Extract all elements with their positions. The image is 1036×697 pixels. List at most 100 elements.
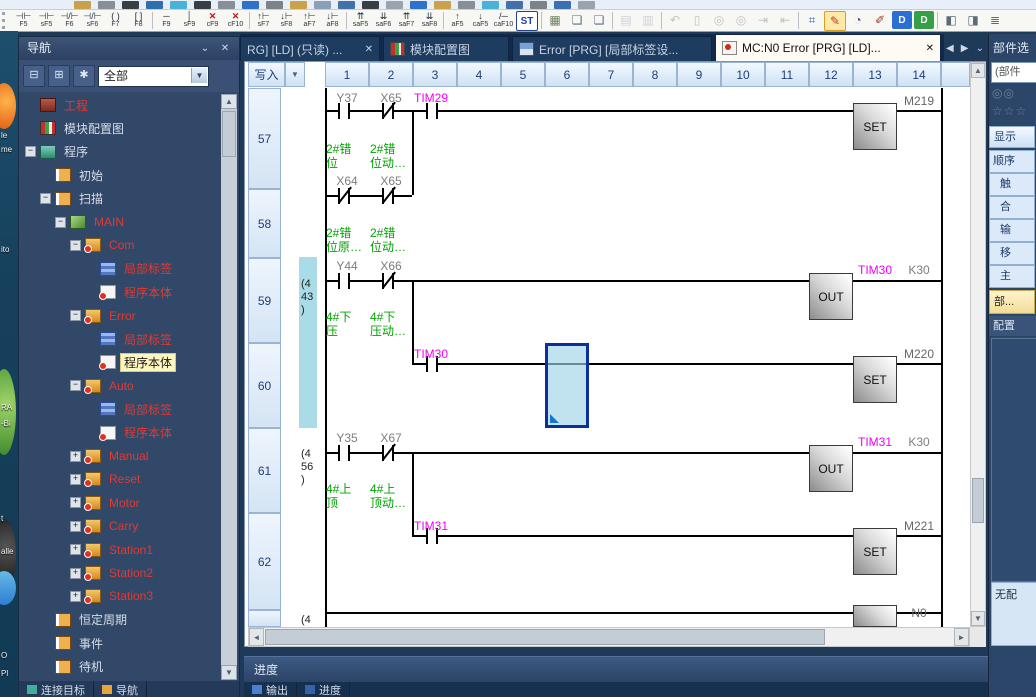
ladder-column-header[interactable]: 9 [677, 62, 721, 87]
ladder-column-header[interactable]: 4 [457, 62, 501, 87]
ladder-symbol-button-saf6[interactable]: ⇊saF6 [372, 10, 395, 31]
no-contact[interactable] [426, 103, 438, 119]
expand-icon[interactable]: + [70, 497, 81, 508]
toolbar-icon-partial[interactable] [386, 1, 403, 9]
nav-bottom-tab[interactable]: 导航 [94, 681, 147, 697]
nav-tree-item[interactable]: +Motor [70, 493, 143, 513]
ladder-instruction-box[interactable]: SET [853, 103, 897, 150]
cross-reference-icon[interactable]: ⌗ [802, 11, 822, 29]
nav-tree-item[interactable]: 工程 [25, 95, 91, 115]
ladder-row-number[interactable]: 61 [248, 428, 281, 513]
toolbar-icon-partial[interactable] [194, 1, 211, 9]
part-category-item[interactable]: 输 [989, 219, 1035, 242]
nav-tree-item[interactable]: 程序本体 [85, 423, 175, 443]
st-language-icon[interactable]: ST [516, 11, 538, 31]
ladder-column-header[interactable]: 1 [325, 62, 369, 87]
collapse-icon[interactable]: − [55, 217, 66, 228]
bottom-panel-tab[interactable]: 进度 [297, 682, 350, 697]
ladder-row-number[interactable] [248, 610, 281, 627]
note-icon[interactable]: ❏ [589, 11, 609, 29]
editor-tab[interactable]: Error [PRG] [局部标签设... [512, 36, 712, 61]
part-category-item[interactable]: 触 [989, 173, 1035, 196]
ladder-cursor[interactable] [545, 343, 589, 428]
ladder-symbol-button-f9[interactable]: ─F9 [155, 10, 178, 31]
ladder-block-icon[interactable]: ▤ [616, 11, 636, 29]
find-document-icon[interactable]: ◎ [709, 11, 729, 29]
nc-contact[interactable] [382, 445, 394, 461]
ladder-instruction-box[interactable] [853, 605, 897, 627]
ladder-instruction-box[interactable]: OUT [809, 273, 853, 320]
ladder-symbol-button-sf5[interactable]: ⊣⊢sF5 [35, 10, 58, 31]
ladder-symbol-button-sf7[interactable]: ↑⊢sF7 [252, 10, 275, 31]
toolbar-icon-partial[interactable] [314, 1, 331, 9]
scroll-down-icon[interactable]: ▼ [221, 665, 237, 680]
toolbar-icon-partial[interactable] [290, 1, 307, 9]
nav-tree-item[interactable]: −扫描 [40, 189, 106, 209]
no-contact[interactable] [338, 445, 350, 461]
ladder-mode-dropdown[interactable]: ▼ [285, 62, 305, 87]
ladder-instruction-box[interactable]: SET [853, 356, 897, 403]
nav-tree-item[interactable]: 模块配置图 [25, 118, 127, 138]
ladder-mode-cell[interactable]: 写入 [248, 62, 285, 87]
collapse-tree-icon[interactable]: ⊟ [23, 65, 45, 87]
part-search-input[interactable]: (部件 [991, 62, 1036, 83]
ladder-symbol-button-caf5[interactable]: ↓caF5 [469, 10, 492, 31]
device-batch-icon[interactable]: D [892, 11, 912, 29]
ladder-symbol-button-af8[interactable]: ↓⊢aF8 [321, 10, 344, 31]
toolbar-icon-partial[interactable] [98, 1, 115, 9]
nav-tree-item[interactable]: 程序本体 [85, 282, 175, 302]
editor-tab[interactable]: RG] [LD] (只读) ...✕ [240, 36, 380, 61]
part-panel-active-tab[interactable]: 部... [989, 290, 1035, 314]
tab-next-icon[interactable]: ▶ [961, 43, 969, 54]
toolbar-icon-partial[interactable] [266, 1, 283, 9]
ladder-column-header[interactable]: 14 [897, 62, 941, 87]
toolbar-icon-partial[interactable] [170, 1, 187, 9]
tree-filter-select[interactable]: 全部 ▼ [98, 66, 209, 87]
desktop-icon[interactable] [0, 369, 16, 455]
ladder-symbol-button-f6[interactable]: ⊣/⊢F6 [58, 10, 81, 31]
nc-contact[interactable] [382, 273, 394, 289]
ladder-symbol-button-caf10[interactable]: /─caF10 [492, 10, 515, 31]
tab-list-icon[interactable]: ⌄ [976, 43, 984, 54]
window-split-icon[interactable]: ◧ [941, 11, 961, 29]
ladder-horizontal-scrollbar[interactable]: ◄ ► [248, 627, 970, 647]
window-split2-icon[interactable]: ◨ [963, 11, 983, 29]
shift-left-icon[interactable]: ⇤ [775, 11, 795, 29]
ladder-block2-icon[interactable]: ▥ [638, 11, 658, 29]
toolbar-icon-partial[interactable] [554, 1, 571, 9]
search-icon[interactable]: ◎◎ [992, 86, 1015, 100]
ladder-column-header[interactable]: 6 [545, 62, 589, 87]
toolbar-icon-partial[interactable] [434, 1, 451, 9]
ladder-column-header[interactable]: 12 [809, 62, 853, 87]
toolbar-icon-partial[interactable] [578, 1, 595, 9]
part-category-item[interactable]: 移 [989, 242, 1035, 265]
expand-icon[interactable]: + [70, 451, 81, 462]
nav-tree-item[interactable]: 初始 [40, 165, 106, 185]
tab-prev-icon[interactable]: ◀ [946, 43, 954, 54]
ladder-row-number[interactable]: 60 [248, 343, 281, 428]
toolbar-icon-partial[interactable] [218, 1, 235, 9]
toolbar-icon-partial[interactable] [242, 1, 259, 9]
part-category-item[interactable]: 合 [989, 196, 1035, 219]
ladder-symbol-button-f8[interactable]: [ ]F8 [127, 10, 150, 31]
tree-scrollbar[interactable]: ▲ ▼ [221, 94, 237, 680]
undo-icon[interactable]: ↶ [665, 11, 685, 29]
close-icon[interactable]: ✕ [926, 43, 934, 54]
part-category-item[interactable]: 顺序 [989, 150, 1035, 173]
ladder-row-number[interactable]: 62 [248, 513, 281, 610]
nc-contact[interactable] [382, 103, 394, 119]
toolbar-icon-partial[interactable] [338, 1, 355, 9]
toolbar-icon-partial[interactable] [530, 1, 547, 9]
collapse-icon[interactable]: − [70, 310, 81, 321]
list-view-icon[interactable]: ≣ [985, 11, 1005, 29]
nav-bottom-tab[interactable]: 连接目标 [19, 681, 94, 697]
toolbar-icon-partial[interactable] [482, 1, 499, 9]
ladder-symbol-button-f7[interactable]: ( )F7 [104, 10, 127, 31]
ladder-symbol-button-sf8[interactable]: ↓⊢sF8 [275, 10, 298, 31]
scroll-left-icon[interactable]: ◄ [249, 628, 264, 646]
nav-tree-item[interactable]: −Com [70, 235, 137, 255]
scroll-up-icon[interactable]: ▲ [971, 63, 985, 78]
collapse-icon[interactable]: − [40, 193, 51, 204]
toolbar-icon-partial[interactable] [74, 1, 91, 9]
device-batch2-icon[interactable]: D [914, 11, 934, 29]
